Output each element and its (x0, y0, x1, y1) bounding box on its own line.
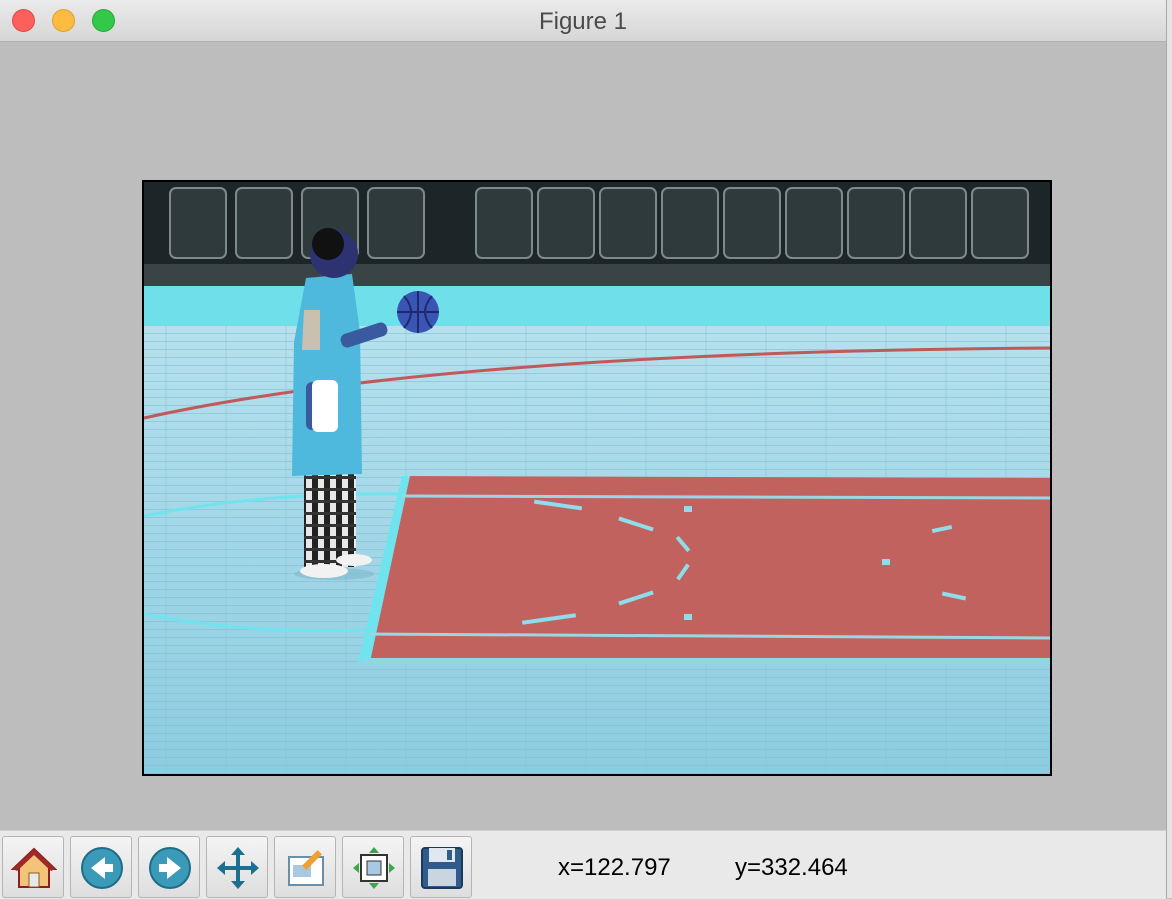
forward-arrow-icon (149, 847, 191, 889)
home-button[interactable] (2, 836, 64, 898)
save-button[interactable] (410, 836, 472, 898)
x-coordinate-readout: x=122.797 (558, 854, 671, 881)
figure-canvas[interactable] (0, 42, 1166, 830)
pan-button[interactable] (206, 836, 268, 898)
background-window-edge (1166, 0, 1172, 898)
home-icon (11, 847, 57, 888)
floppy-disk-icon (421, 847, 463, 889)
y-coordinate-readout: y=332.464 (735, 854, 848, 881)
subplots-icon (353, 847, 395, 889)
back-arrow-icon (81, 847, 123, 889)
zoom-rect-icon (288, 850, 324, 886)
subplots-button[interactable] (342, 836, 404, 898)
zoom-button[interactable] (274, 836, 336, 898)
image-axes[interactable] (142, 180, 1052, 776)
navigation-toolbar: x=122.797 y=332.464 (0, 830, 1166, 899)
court-image (144, 182, 1050, 774)
forward-button[interactable] (138, 836, 200, 898)
back-button[interactable] (70, 836, 132, 898)
move-icon (217, 847, 259, 889)
window-titlebar: Figure 1 (0, 0, 1166, 42)
window-title: Figure 1 (538, 8, 628, 35)
